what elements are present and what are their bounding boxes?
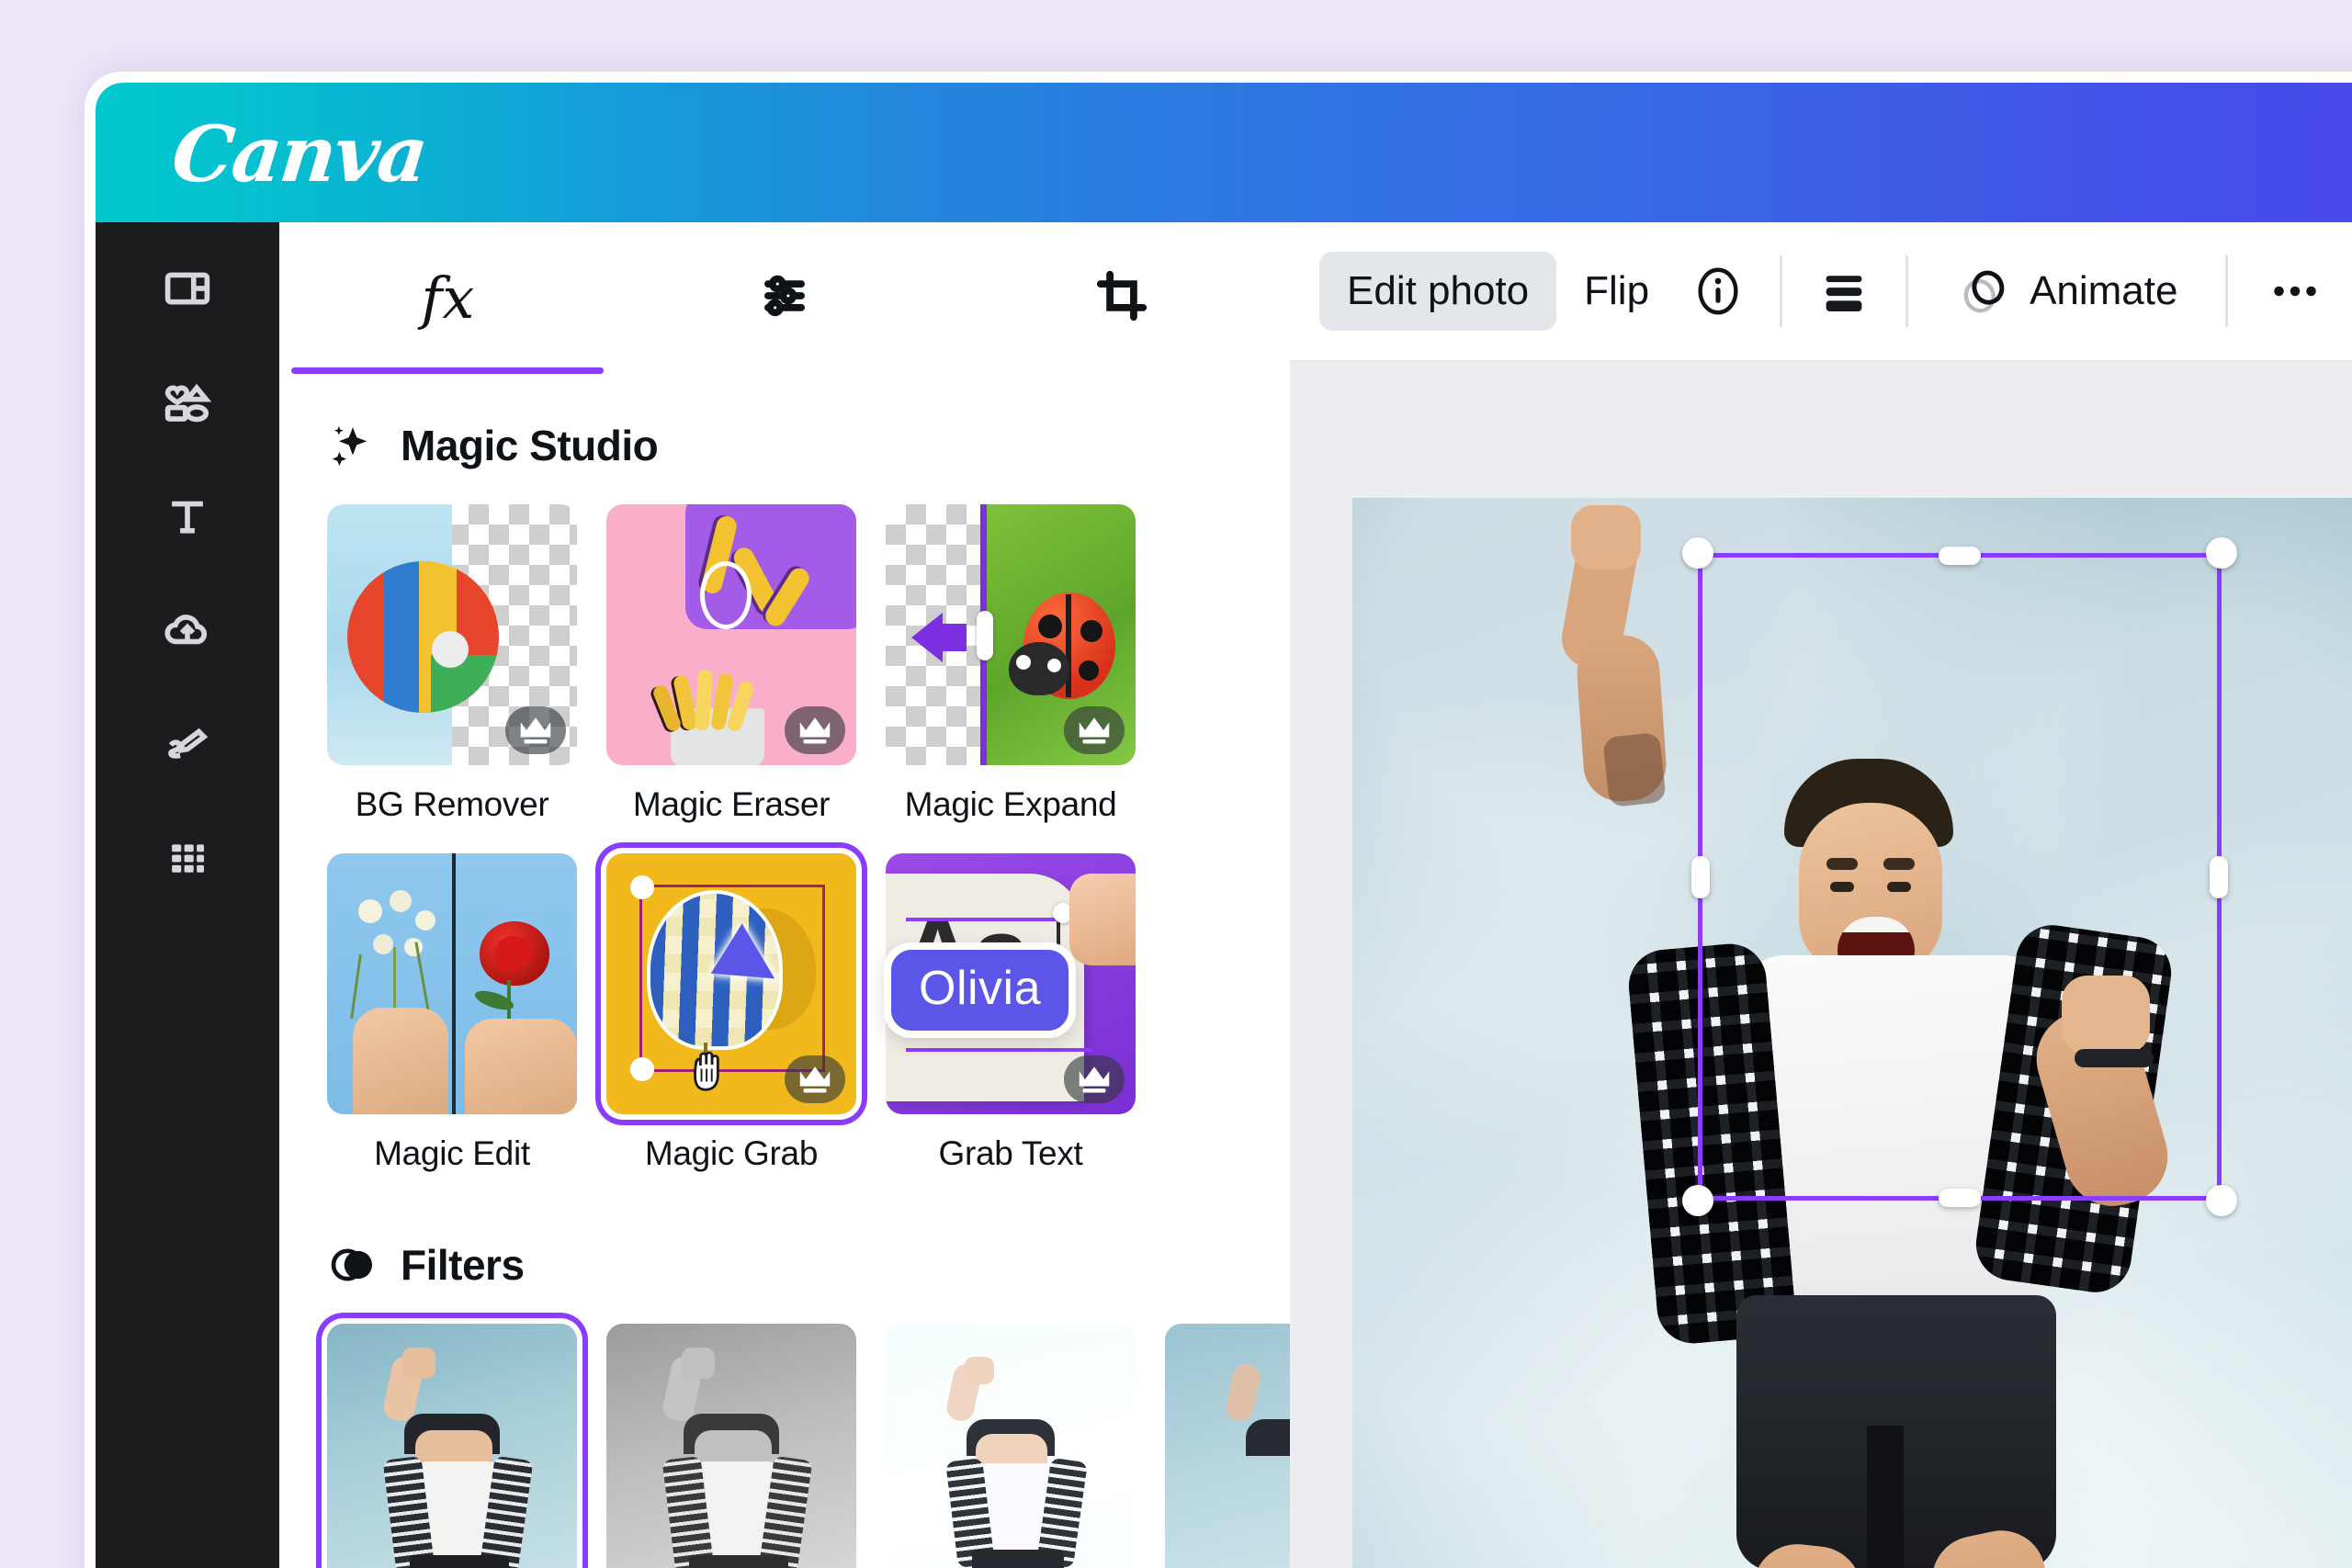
sparkle-icon xyxy=(327,420,379,471)
figure-eyebrow-left xyxy=(1826,858,1858,870)
tool-label: Magic Grab xyxy=(644,1134,819,1172)
more-options-button[interactable] xyxy=(2248,252,2342,331)
tool-label: Magic Eraser xyxy=(632,785,831,823)
magic-studio-tool-grid: BG Remover Magic Eraser Magic Expand Mag… xyxy=(327,504,1290,1173)
tool-label: Magic Edit xyxy=(374,1134,530,1172)
tool-thumbnail xyxy=(886,504,1136,765)
sliders-icon xyxy=(756,267,813,329)
figure-eye-left xyxy=(1830,882,1854,892)
tool-label: Grab Text xyxy=(938,1134,1083,1172)
apps-icon xyxy=(163,833,212,887)
section-header-filters: Filters xyxy=(327,1239,1290,1291)
tool-thumbnail xyxy=(327,504,577,765)
effects-panel: fx Magic Studio BG Remover Magic Eraser … xyxy=(279,222,1290,1568)
panel-content: Magic Studio BG Remover Magic Eraser Mag… xyxy=(279,374,1290,1568)
tool-card-magic-grab[interactable]: Magic Grab xyxy=(606,853,856,1173)
filter-thumbnail-row xyxy=(327,1324,1290,1568)
tab-active-underline xyxy=(291,367,605,374)
text-icon xyxy=(163,491,212,546)
filter-item-bright[interactable] xyxy=(886,1324,1136,1568)
figure-hand-right xyxy=(2062,976,2150,1055)
flip-button[interactable]: Flip xyxy=(1556,252,1677,331)
figure-fist xyxy=(1571,505,1641,570)
tool-label: BG Remover xyxy=(355,785,549,823)
canva-logo[interactable]: Canva xyxy=(168,108,431,199)
figure-shorts-split xyxy=(1867,1426,1904,1568)
tool-card-bg-remover[interactable]: BG Remover xyxy=(327,504,577,824)
left-rail xyxy=(96,222,279,1568)
pro-crown-badge xyxy=(1064,1055,1125,1103)
tool-thumbnail xyxy=(606,504,856,765)
canvas-area[interactable] xyxy=(1290,362,2352,1568)
sidebar-item-uploads[interactable] xyxy=(96,579,279,685)
page-root: Canva fx Magic Studio BG Remover Magic E… xyxy=(0,0,2352,1568)
figure-watch xyxy=(2075,1049,2154,1067)
editor-toolbar: Edit photo Flip Animate xyxy=(1290,222,2352,362)
grab-hand-cursor xyxy=(685,1046,737,1102)
tab-crop[interactable] xyxy=(953,222,1290,374)
elements-icon xyxy=(163,378,212,432)
filter-item-cool[interactable] xyxy=(1165,1324,1290,1568)
section-title-filters: Filters xyxy=(401,1241,525,1289)
animate-icon xyxy=(1956,263,2013,320)
brand-bar: Canva xyxy=(96,83,2352,222)
tool-thumbnail xyxy=(327,853,577,1114)
edit-photo-label: Edit photo xyxy=(1347,268,1530,313)
filter-item-original[interactable] xyxy=(327,1324,577,1568)
filters-icon xyxy=(327,1239,379,1291)
draw-icon xyxy=(163,719,212,773)
figure-eyebrow-right xyxy=(1883,858,1915,870)
section-header-magic-studio: Magic Studio xyxy=(327,420,1290,471)
edit-photo-button[interactable]: Edit photo xyxy=(1319,252,1557,331)
flip-label: Flip xyxy=(1584,268,1650,313)
tool-card-magic-edit[interactable]: Magic Edit xyxy=(327,853,577,1173)
animate-button[interactable]: Animate xyxy=(1928,252,2205,331)
design-icon xyxy=(163,264,212,318)
more-options-icon xyxy=(2267,277,2324,305)
uploads-icon xyxy=(163,605,212,660)
tool-thumbnail xyxy=(606,853,856,1114)
toolbar-divider xyxy=(1780,255,1783,327)
filter-item-greyscale[interactable] xyxy=(606,1324,856,1568)
fx-icon: fx xyxy=(421,265,475,332)
pro-crown-badge xyxy=(505,706,566,754)
figure-eye-right xyxy=(1887,882,1911,892)
info-icon xyxy=(1690,263,1747,320)
tab-adjust[interactable] xyxy=(616,222,954,374)
pro-crown-badge xyxy=(785,706,845,754)
crop-icon xyxy=(1093,267,1150,329)
section-title-magic-studio: Magic Studio xyxy=(401,422,659,469)
figure-tattoo xyxy=(1602,731,1667,808)
pro-crown-badge xyxy=(785,1055,845,1103)
toolbar-divider xyxy=(2225,255,2229,327)
position-icon xyxy=(1815,263,1872,320)
tool-label: Magic Expand xyxy=(904,785,1117,823)
pro-crown-badge xyxy=(1064,706,1125,754)
sidebar-item-apps[interactable] xyxy=(96,807,279,913)
position-button[interactable] xyxy=(1803,252,1885,331)
tab-effects[interactable]: fx xyxy=(279,222,616,374)
info-button[interactable] xyxy=(1677,252,1759,331)
sidebar-item-text[interactable] xyxy=(96,465,279,571)
toolbar-divider xyxy=(1905,255,1909,327)
sidebar-item-draw[interactable] xyxy=(96,693,279,799)
panel-tab-bar: fx xyxy=(279,222,1290,374)
sidebar-item-design[interactable] xyxy=(96,237,279,344)
animate-label: Animate xyxy=(2030,268,2178,313)
app-window-inner: Canva fx Magic Studio BG Remover Magic E… xyxy=(96,83,2352,1568)
app-window: Canva fx Magic Studio BG Remover Magic E… xyxy=(85,72,2352,1568)
tool-card-magic-expand[interactable]: Magic Expand xyxy=(886,504,1136,824)
canvas-photo[interactable] xyxy=(1352,498,2352,1568)
collaborator-cursor-label: Olivia xyxy=(884,942,1077,1038)
sidebar-item-elements[interactable] xyxy=(96,351,279,457)
tool-card-magic-eraser[interactable]: Magic Eraser xyxy=(606,504,856,824)
